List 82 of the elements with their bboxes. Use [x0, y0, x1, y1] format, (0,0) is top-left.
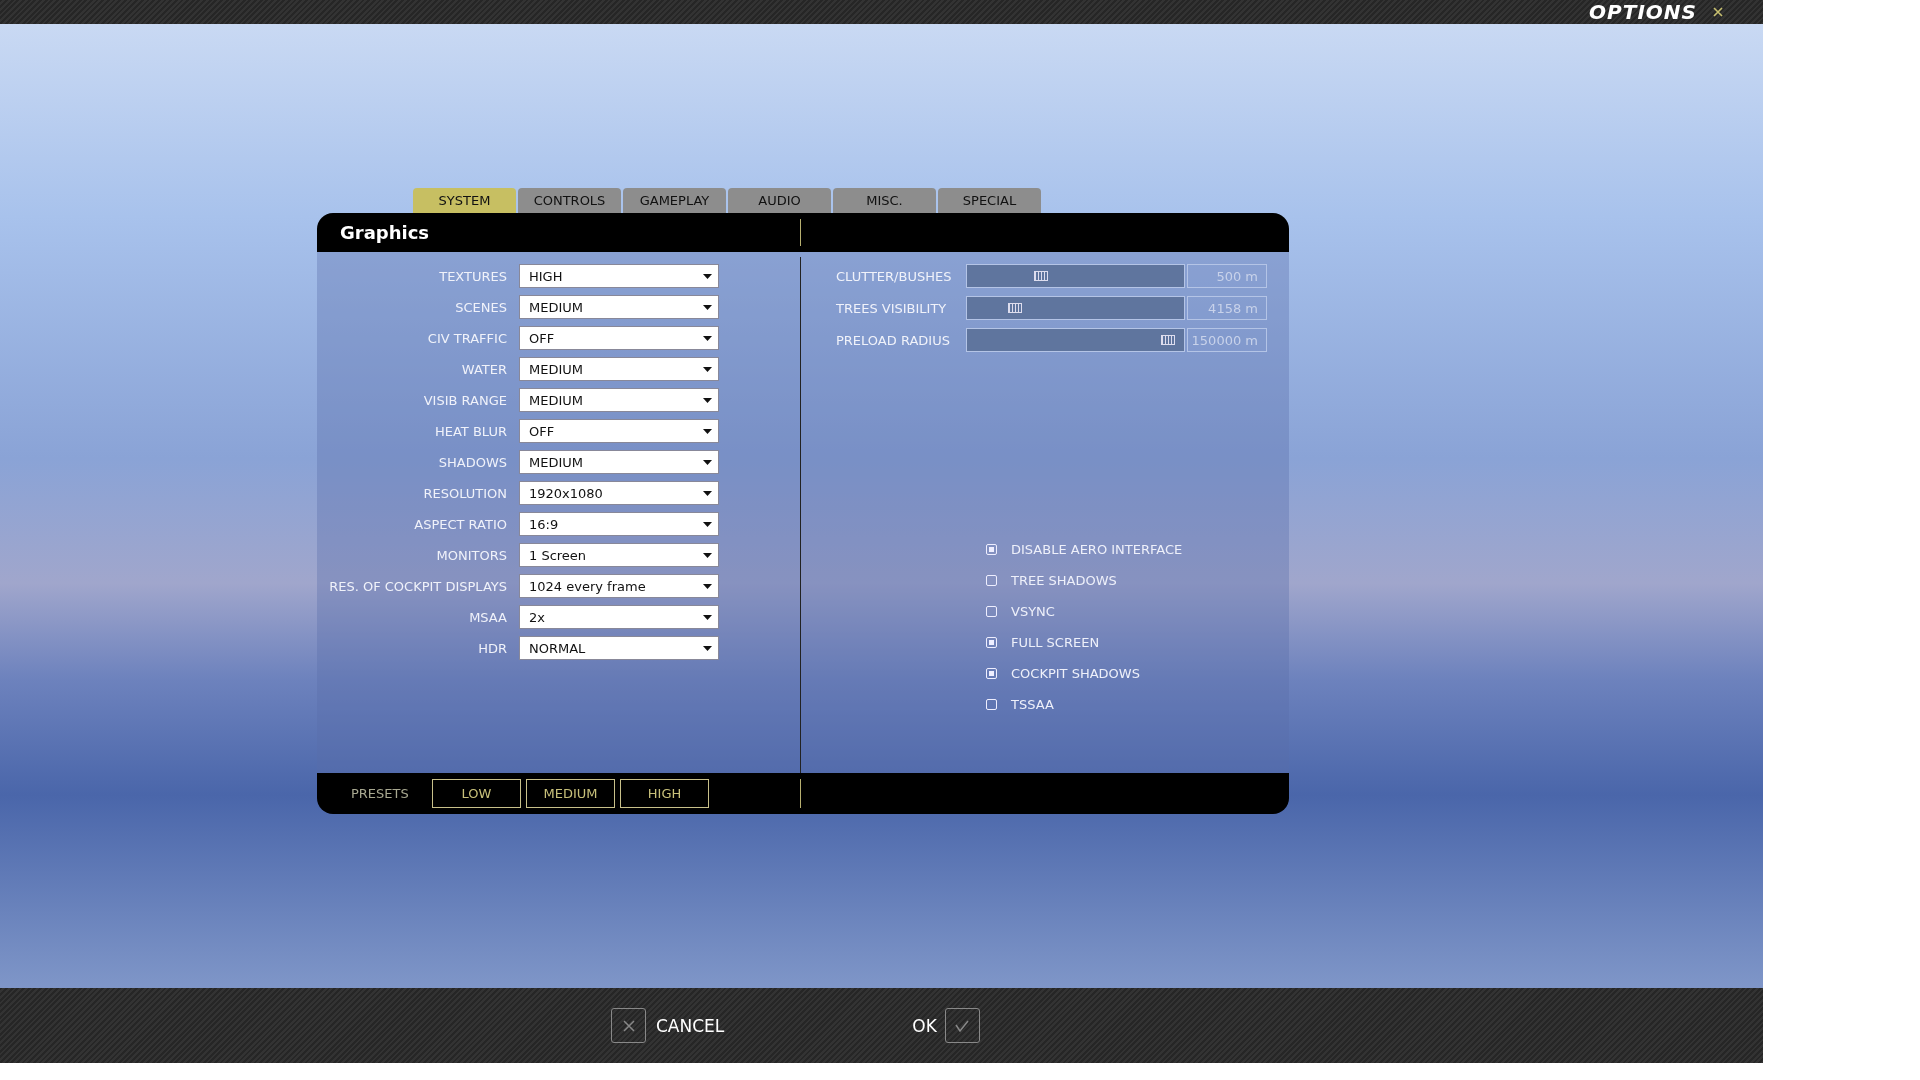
setting-label: HDR	[477, 640, 507, 656]
preset-button[interactable]: LOW	[432, 779, 521, 808]
tab[interactable]: CONTROLS	[518, 188, 621, 213]
dropdown[interactable]: 1920x1080	[519, 481, 719, 505]
caret-icon	[703, 614, 712, 620]
slider-track[interactable]	[966, 296, 1185, 320]
slider-label: PRELOAD RADIUS	[836, 332, 951, 348]
caret-icon	[703, 521, 712, 527]
setting-label: RES. OF COCKPIT DISPLAYS	[328, 578, 507, 594]
caret-icon	[703, 335, 712, 341]
caret-icon	[703, 304, 712, 310]
slider-label: CLUTTER/BUSHES	[836, 268, 953, 284]
slider-value: 4158 m	[1187, 296, 1267, 320]
checkbox-label: FULL SCREEN	[1011, 634, 1100, 650]
setting-label: MONITORS	[435, 547, 507, 563]
caret-icon	[703, 645, 712, 651]
dropdown[interactable]: MEDIUM	[519, 450, 719, 474]
slider-thumb[interactable]	[1034, 271, 1049, 281]
caret-icon	[703, 428, 712, 434]
setting-label: CIV TRAFFIC	[426, 330, 507, 346]
preset-button[interactable]: HIGH	[620, 779, 709, 808]
setting-label: TEXTURES	[438, 268, 507, 284]
caret-icon	[703, 397, 712, 403]
setting-label: ASPECT RATIO	[413, 516, 507, 532]
setting-label: HEAT BLUR	[434, 423, 507, 439]
dropdown[interactable]: MEDIUM	[519, 357, 719, 381]
slider-track[interactable]	[966, 264, 1185, 288]
slider-label: TREES VISIBILITY	[836, 300, 948, 316]
caret-icon	[703, 273, 712, 279]
checkbox[interactable]	[986, 636, 997, 648]
checkbox[interactable]	[986, 605, 997, 617]
dropdown[interactable]: 1 Screen	[519, 543, 719, 567]
close-icon	[622, 1019, 635, 1032]
check-icon	[955, 1019, 970, 1032]
dropdown[interactable]: HIGH	[519, 264, 719, 288]
checkbox-label: COCKPIT SHADOWS	[1011, 665, 1140, 681]
close-icon[interactable]	[1713, 7, 1723, 17]
slider-thumb[interactable]	[1160, 335, 1175, 345]
cancel-label[interactable]: CANCEL	[656, 1015, 725, 1036]
window-title: OPTIONS	[1589, 1, 1697, 23]
caret-icon	[703, 366, 712, 372]
tab[interactable]: GAMEPLAY	[623, 188, 726, 213]
dropdown[interactable]: MEDIUM	[519, 295, 719, 319]
cancel-button[interactable]	[611, 1008, 646, 1043]
tab[interactable]: SPECIAL	[938, 188, 1041, 213]
dropdown[interactable]: 16:9	[519, 512, 719, 536]
setting-label: VISIB RANGE	[422, 392, 507, 408]
checkbox-label: TSSAA	[1011, 696, 1054, 712]
tab[interactable]: MISC.	[833, 188, 936, 213]
slider-value: 150000 m	[1187, 328, 1267, 352]
tab[interactable]: SYSTEM	[413, 188, 516, 213]
caret-icon	[703, 583, 712, 589]
panel-title: Graphics	[339, 222, 431, 243]
dropdown[interactable]: 1024 every frame	[519, 574, 719, 598]
setting-label: WATER	[460, 361, 507, 377]
setting-label: MSAA	[468, 609, 507, 625]
dropdown[interactable]: MEDIUM	[519, 388, 719, 412]
caret-icon	[703, 490, 712, 496]
setting-label: SCENES	[454, 299, 507, 315]
ok-button[interactable]	[944, 1008, 980, 1043]
slider-track[interactable]	[966, 328, 1185, 352]
preset-button[interactable]: MEDIUM	[526, 779, 615, 808]
checkbox-label: DISABLE AERO INTERFACE	[1011, 541, 1183, 557]
dropdown[interactable]: OFF	[519, 419, 719, 443]
checkbox-label: TREE SHADOWS	[1011, 572, 1117, 588]
slider-thumb[interactable]	[1008, 303, 1023, 313]
setting-label: RESOLUTION	[422, 485, 507, 501]
checkbox[interactable]	[986, 543, 997, 555]
checkbox[interactable]	[986, 574, 997, 586]
slider-value: 500 m	[1187, 264, 1267, 288]
caret-icon	[703, 552, 712, 558]
ok-label[interactable]: OK	[912, 1015, 937, 1036]
presets-label: PRESETS	[350, 786, 410, 801]
dropdown[interactable]: NORMAL	[519, 636, 719, 660]
checkbox-label: VSYNC	[1011, 603, 1055, 619]
checkbox[interactable]	[986, 667, 997, 679]
checkbox[interactable]	[986, 698, 997, 710]
setting-label: SHADOWS	[437, 454, 507, 470]
dropdown[interactable]: OFF	[519, 326, 719, 350]
dropdown[interactable]: 2x	[519, 605, 719, 629]
caret-icon	[703, 459, 712, 465]
tab[interactable]: AUDIO	[728, 188, 831, 213]
